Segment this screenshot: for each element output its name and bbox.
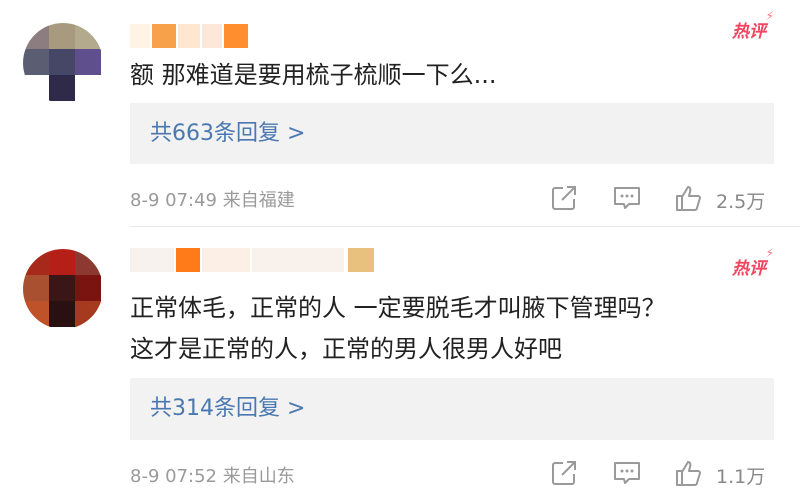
- comment-card: 热评 ⚡ 正常体毛，正常的人 一定要脱毛才叫腋下管理吗？ 这才是正常的人，正常的…: [0, 226, 800, 499]
- share-icon[interactable]: [549, 458, 579, 488]
- like-count: 2.5万: [716, 191, 766, 213]
- thumbs-up-icon[interactable]: [674, 183, 704, 213]
- view-replies-button[interactable]: 共663条回复 >: [130, 103, 774, 164]
- comment-text: 额 那难道是要用梳子梳顺一下么...: [130, 55, 770, 96]
- comment-text-line: 正常体毛，正常的人 一定要脱毛才叫腋下管理吗？: [130, 294, 666, 322]
- comment-meta: 8-9 07:49 来自福建: [130, 186, 295, 212]
- avatar[interactable]: [23, 249, 103, 329]
- hot-label: 热评: [732, 259, 766, 279]
- comment-time: 8-9 07:49: [130, 190, 217, 211]
- comment-card: 热评 ⚡ 额 那难道是要用梳子梳顺一下么... 共663条回复 > 8-9 07…: [0, 0, 800, 226]
- thumbs-up-icon[interactable]: [674, 458, 704, 488]
- comment-location: 来自福建: [222, 190, 295, 211]
- like-count: 1.1万: [716, 466, 766, 488]
- hot-comment-badge: 热评 ⚡: [732, 246, 774, 279]
- comment-time: 8-9 07:52: [130, 466, 217, 487]
- comment-meta: 8-9 07:52 来自山东: [130, 462, 295, 488]
- flame-icon: ⚡: [765, 9, 774, 23]
- view-replies-button[interactable]: 共314条回复 >: [130, 378, 774, 440]
- comment-text: 正常体毛，正常的人 一定要脱毛才叫腋下管理吗？ 这才是正常的人，正常的男人很男人…: [130, 288, 770, 370]
- comment-text-line: 额 那难道是要用梳子梳顺一下么...: [130, 61, 497, 89]
- comment-icon[interactable]: [612, 183, 642, 213]
- flame-icon: ⚡: [765, 246, 774, 260]
- hot-label: 热评: [732, 22, 766, 42]
- comment-icon[interactable]: [612, 458, 642, 488]
- comment-text-line: 这才是正常的人，正常的男人很男人好吧: [130, 335, 562, 363]
- comment-location: 来自山东: [222, 466, 295, 487]
- hot-comment-badge: 热评 ⚡: [732, 9, 774, 42]
- share-icon[interactable]: [549, 183, 579, 213]
- avatar[interactable]: [23, 23, 103, 103]
